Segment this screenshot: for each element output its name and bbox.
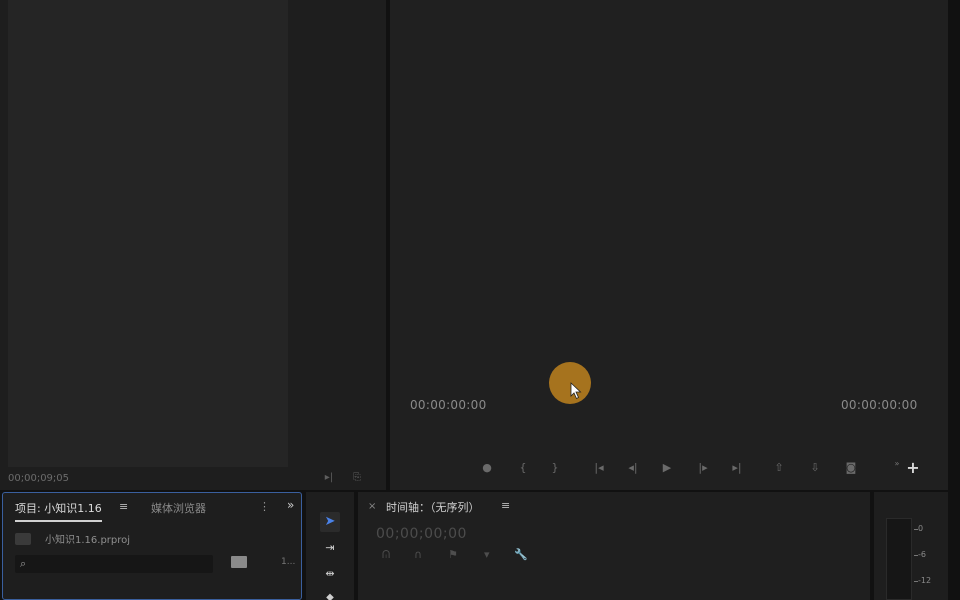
panel-menu-icon[interactable]: ≡ [501,499,510,512]
wrench-icon[interactable]: 🔧 [514,548,528,561]
meter-label-12: -12 [918,576,932,585]
extract-icon[interactable]: ⇩ [806,460,824,476]
play-icon[interactable]: ▶ [658,460,676,476]
insert-icon[interactable]: ▸| [322,471,336,485]
mouse-pointer-icon [570,382,582,400]
program-monitor-panel: 00:00:00:00 00:00:00:00 ● { } |◂ ◂| ▶ |▸… [390,0,948,490]
lift-icon[interactable]: ⇧ [770,460,788,476]
razor-tool-icon[interactable]: ◆ [320,588,340,600]
tools-panel: ➤ ⇥ ⇹ ◆ [306,492,354,600]
audio-meter-bar [886,518,912,600]
timeline-panel: × 时间轴：（无序列） ≡ 00;00;00;00 ᕬ ∩ ⚑ ▾ 🔧 [358,492,870,600]
tab-project[interactable]: 项目: 小知识1.16 [15,500,102,522]
camera-icon[interactable]: ◙ [842,460,860,476]
audio-meter-panel: 0 -6 -12 [874,492,948,600]
meter-label-6: -6 [918,550,926,559]
tab-media-browser[interactable]: 媒体浏览器 [151,500,206,516]
linked-selection-icon[interactable]: ∩ [414,548,422,561]
project-file-icon [15,533,31,545]
program-duration-timecode: 00:00:00:00 [841,398,918,412]
go-to-out-icon[interactable]: ▸| [728,460,746,476]
close-icon[interactable]: × [368,501,376,512]
source-timecode[interactable]: 00;00;09;05 [8,473,69,484]
expand-tabs-icon[interactable]: » [287,498,294,512]
add-marker-icon[interactable]: ● [478,460,496,476]
ripple-edit-tool-icon[interactable]: ⇹ [320,564,340,584]
marker-icon[interactable]: ▾ [484,548,490,561]
panel-menu-icon[interactable]: ≡ [119,500,128,513]
item-count: 1... [281,557,296,567]
timeline-timecode[interactable]: 00;00;00;00 [376,526,467,542]
source-monitor-panel: 00;00;09;05 ▸| ⎘ [0,0,386,490]
snap-icon[interactable]: ᕬ [382,548,390,562]
step-back-icon[interactable]: ◂| [624,460,642,476]
project-search-input[interactable] [15,555,213,573]
search-icon: ⌕ [20,557,27,570]
source-video-area[interactable] [8,0,288,467]
export-frame-icon[interactable]: ⎘ [350,471,364,485]
selection-tool-icon[interactable]: ➤ [320,512,340,532]
project-file-name: 小知识1.16.prproj [45,535,131,546]
mark-in-icon[interactable]: { [514,460,532,476]
add-marker-icon[interactable]: ⚑ [448,548,458,561]
button-editor-add-icon[interactable]: + [904,460,922,476]
program-playhead-timecode[interactable]: 00:00:00:00 [410,398,487,412]
meter-label-0: 0 [918,524,924,533]
more-options-icon[interactable]: ⋮ [259,500,270,513]
mark-out-icon[interactable]: } [546,460,564,476]
step-forward-icon[interactable]: |▸ [694,460,712,476]
timeline-tab-title[interactable]: 时间轴：（无序列） [386,499,480,515]
go-to-in-icon[interactable]: |◂ [590,460,608,476]
new-bin-folder-icon[interactable] [231,556,247,568]
track-select-tool-icon[interactable]: ⇥ [320,538,340,558]
project-panel: 项目: 小知识1.16 ≡ 媒体浏览器 ⋮ » 小知识1.16.prproj ⌕… [2,492,302,600]
